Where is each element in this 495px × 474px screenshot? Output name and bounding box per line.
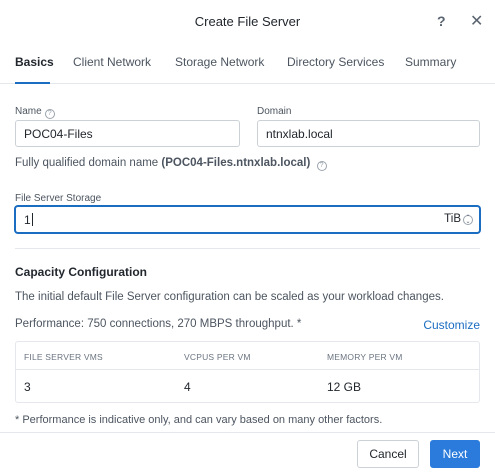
tab-bar: Basics Client Network Storage Network Di…: [0, 44, 495, 84]
info-icon[interactable]: ?: [316, 161, 327, 171]
text-caret: [31, 213, 33, 226]
performance-text: Performance: 750 connections, 270 MBPS t…: [15, 318, 302, 330]
fqdn-value: (POC04-Files.ntnxlab.local): [161, 157, 311, 169]
spinner-icon[interactable]: ⌃ ⌄: [463, 215, 473, 225]
section-divider: [15, 248, 480, 249]
next-button[interactable]: Next: [430, 440, 480, 468]
name-field-value: POC04-Files: [24, 127, 93, 141]
tab-storage-network[interactable]: Storage Network: [175, 55, 264, 69]
capacity-table: FILE SERVER VMS VCPUS PER VM MEMORY PER …: [15, 341, 480, 403]
fqdn-text: Fully qualified domain name (POC04-Files…: [15, 157, 327, 171]
table-cell-vcpus-per-vm: 4: [184, 380, 191, 394]
domain-field-label: Domain: [257, 106, 292, 117]
storage-unit: TiB: [444, 213, 461, 225]
close-icon[interactable]: ✕: [470, 11, 483, 31]
name-field[interactable]: POC04-Files: [15, 120, 240, 147]
active-tab-indicator: [15, 82, 50, 84]
storage-field-label: File Server Storage: [15, 193, 102, 204]
dialog-title: Create File Server: [194, 14, 301, 29]
table-divider: [16, 369, 479, 370]
cancel-button[interactable]: Cancel: [357, 440, 419, 468]
domain-field[interactable]: ntnxlab.local: [257, 120, 480, 147]
info-icon[interactable]: ?: [44, 109, 55, 119]
tab-directory-services[interactable]: Directory Services: [287, 55, 384, 69]
capacity-description: The initial default File Server configur…: [15, 291, 444, 303]
table-header-file-server-vms: FILE SERVER VMS: [24, 352, 103, 362]
tab-basics[interactable]: Basics: [15, 55, 54, 69]
table-cell-file-server-vms: 3: [24, 380, 31, 394]
tab-client-network[interactable]: Client Network: [73, 55, 151, 69]
tab-summary[interactable]: Summary: [405, 55, 456, 69]
table-cell-memory-per-vm: 12 GB: [327, 380, 362, 394]
performance-footnote: * Performance is indicative only, and ca…: [15, 414, 383, 426]
storage-field-value: 1: [24, 213, 31, 227]
table-header-vcpus-per-vm: VCPUS PER VM: [184, 352, 251, 362]
storage-field[interactable]: 1 TiB ⌃ ⌄: [15, 206, 480, 233]
capacity-title: Capacity Configuration: [15, 265, 148, 279]
footer-divider: [0, 432, 495, 433]
table-header-memory-per-vm: MEMORY PER VM: [327, 352, 403, 362]
domain-field-value: ntnxlab.local: [266, 127, 333, 141]
customize-link[interactable]: Customize: [423, 318, 480, 332]
help-icon[interactable]: ?: [437, 13, 446, 29]
name-field-label: Name?: [15, 106, 55, 119]
dialog-header: Create File Server ? ✕: [0, 0, 495, 44]
